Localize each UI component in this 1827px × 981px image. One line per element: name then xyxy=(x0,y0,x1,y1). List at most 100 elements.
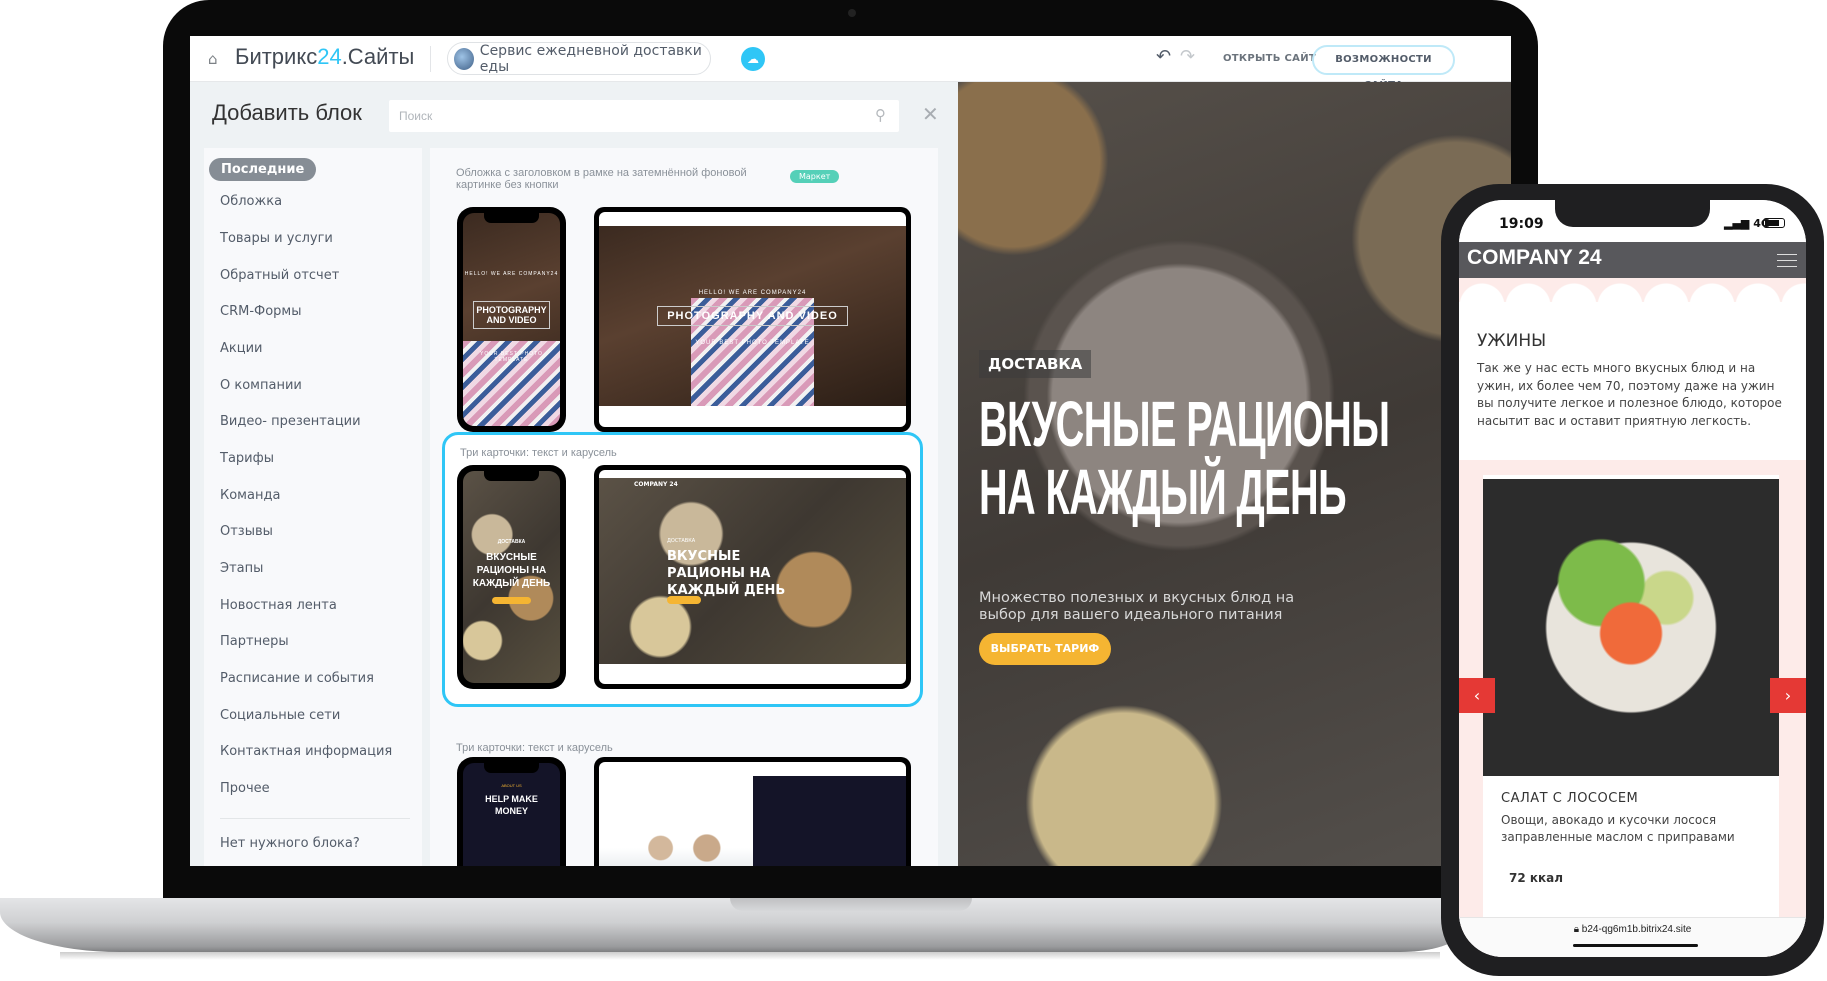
category-item[interactable]: Команда xyxy=(220,488,280,503)
block-desktop-preview[interactable] xyxy=(594,757,911,866)
section-text: Так же у нас есть много вкусных блюд и н… xyxy=(1477,361,1782,428)
category-item[interactable]: О компании xyxy=(220,378,302,393)
preview-brand: COMPANY 24 xyxy=(634,481,678,488)
hero-label: ДОСТАВКА xyxy=(979,350,1092,378)
preview-hello: HELLO! WE ARE COMPANY24 xyxy=(464,271,559,277)
wave-divider xyxy=(1459,448,1806,462)
category-item[interactable]: Обратный отсчет xyxy=(220,268,339,283)
menu-icon[interactable] xyxy=(1777,254,1797,267)
category-item[interactable]: Последние xyxy=(209,158,317,181)
cloud-icon[interactable]: ☁ xyxy=(741,47,765,71)
preview-sub: YOUR BEST PHOTO TEMPLATE xyxy=(695,340,810,346)
preview-button xyxy=(492,597,531,604)
preview-title: ВКУСНЫЕ РАЦИОНЫ НА КАЖДЫЙ ДЕНЬ xyxy=(472,552,551,589)
category-item[interactable]: Отзывы xyxy=(220,524,273,539)
category-item[interactable]: Тарифы xyxy=(220,451,274,466)
category-item[interactable]: Партнеры xyxy=(220,634,289,649)
carousel-prev-button[interactable]: ‹ xyxy=(1459,678,1495,713)
block-mobile-preview[interactable]: ДОСТАВКА ВКУСНЫЕ РАЦИОНЫ НА КАЖДЫЙ ДЕНЬ xyxy=(457,465,566,689)
laptop-shadow xyxy=(60,952,1440,960)
dish-calories: 72 ккал xyxy=(1509,871,1564,885)
divider xyxy=(430,46,431,72)
preview-eyebrow: ABOUT US xyxy=(501,783,522,788)
preview-title: HELP MAKE MONEY xyxy=(485,794,538,816)
laptop-base xyxy=(0,898,1460,952)
home-indicator[interactable] xyxy=(1573,944,1698,947)
preview-sub: YOUR BEST PHOTO TEMPLATE xyxy=(480,351,543,363)
dish-description: Овощи, авокадо и кусочки лосося заправле… xyxy=(1501,813,1735,844)
dish-title: САЛАТ С ЛОСОСЕМ xyxy=(1501,791,1639,806)
no-block-link[interactable]: Нет нужного блока? xyxy=(220,836,360,851)
status-time: 19:09 xyxy=(1499,216,1544,232)
close-icon[interactable]: ✕ xyxy=(922,102,939,126)
block-desktop-preview[interactable]: HELLO! WE ARE COMPANY24 PHOTOGRAPHY AND … xyxy=(594,207,911,432)
preview-image: HELLO! WE ARE COMPANY24 PHOTOGRAPHY AND … xyxy=(599,226,906,406)
top-header: ⌂ Битрикс24.Сайты Сервис ежедневной дост… xyxy=(190,36,1511,91)
preview-label: ДОСТАВКА xyxy=(497,539,526,545)
category-item[interactable]: Прочее xyxy=(220,781,270,796)
block-selected[interactable]: Три карточки: текст и карусель ДОСТАВКА … xyxy=(442,432,923,707)
laptop-camera xyxy=(848,9,856,17)
market-badge: Маркет xyxy=(790,170,840,183)
category-item[interactable]: Товары и услуги xyxy=(220,231,333,246)
laptop-screen: ⌂ Битрикс24.Сайты Сервис ежедневной дост… xyxy=(190,36,1511,866)
category-item[interactable]: Расписание и события xyxy=(220,671,374,686)
divider xyxy=(220,818,410,819)
category-item[interactable]: Контактная информация xyxy=(220,744,392,759)
redo-icon[interactable]: ↷ xyxy=(1180,46,1195,67)
phone-notch xyxy=(1555,200,1710,227)
category-item[interactable]: Новостная лента xyxy=(220,598,337,613)
lock-icon: 🔒︎ xyxy=(1573,924,1582,935)
logo-suffix: .Сайты xyxy=(341,44,415,69)
category-item[interactable]: Обложка xyxy=(220,194,282,209)
category-item[interactable]: Социальные сети xyxy=(220,708,340,723)
block-caption: Три карточки: текст и карусель xyxy=(456,742,613,754)
category-item[interactable]: Видео- презентации xyxy=(220,414,361,429)
category-sidebar: Последние Обложка Товары и услуги Обратн… xyxy=(204,148,422,866)
block-list: Обложка с заголовком в рамке на затемнён… xyxy=(430,148,938,866)
logo-prefix: Битрикс xyxy=(235,44,318,69)
site-preview-hero: ДОСТАВКА ВКУСНЫЕ РАЦИОНЫ НА КАЖДЫЙ ДЕНЬ М… xyxy=(958,82,1511,866)
category-item[interactable]: Акции xyxy=(220,341,263,356)
home-icon[interactable]: ⌂ xyxy=(208,50,218,68)
category-item[interactable]: CRM-Формы xyxy=(220,304,302,319)
preview-button xyxy=(667,596,701,604)
preview-title: PHOTOGRAPHY AND VIDEO xyxy=(657,306,848,326)
undo-icon[interactable]: ↶ xyxy=(1156,46,1171,67)
carousel-next-button[interactable]: › xyxy=(1770,678,1806,713)
site-features-button[interactable]: ВОЗМОЖНОСТИ САЙТА xyxy=(1312,45,1455,91)
hero-title: ВКУСНЫЕ РАЦИОНЫ НА КАЖДЫЙ ДЕНЬ xyxy=(979,388,1390,528)
hero-title-line: ВКУСНЫЕ РАЦИОНЫ xyxy=(979,388,1390,460)
preview-hello: HELLO! WE ARE COMPANY24 xyxy=(698,290,807,296)
add-block-panel: Добавить блок Поиск ⚲ ✕ Последние Обложк… xyxy=(190,82,958,866)
section-heading: УЖИНЫ xyxy=(1477,331,1547,351)
preview-title: PHOTOGRAPHY AND VIDEO xyxy=(472,301,551,329)
block-desktop-preview[interactable]: COMPANY 24 ДОСТАВКА ВКУСНЫЕ РАЦИОНЫ НА К… xyxy=(594,465,911,689)
search-input[interactable]: Поиск xyxy=(389,100,899,132)
phone-screen: 19:09 ▂▄▆ 4G COMPANY 24 УЖИНЫ Так же у н… xyxy=(1459,200,1806,957)
url-value: b24-qg6m1b.bitrix24.site xyxy=(1581,924,1692,935)
dish-image xyxy=(1483,479,1779,776)
logo[interactable]: Битрикс24.Сайты xyxy=(235,44,414,70)
site-name: Сервис ежедневной доставки еды xyxy=(479,42,702,75)
open-site-link[interactable]: ОТКРЫТЬ САЙТ xyxy=(1223,53,1316,64)
laptop-base-notch xyxy=(730,898,972,911)
block-mobile-preview[interactable]: HELLO! WE ARE COMPANY24 PHOTOGRAPHY AND … xyxy=(457,207,566,432)
site-brand[interactable]: COMPANY 24 xyxy=(1467,246,1602,270)
logo-accent: 24 xyxy=(317,44,342,69)
block-caption: Обложка с заголовком в рамке на затемнён… xyxy=(456,167,747,191)
hero-title-line: НА КАЖДЫЙ ДЕНЬ xyxy=(979,456,1347,528)
search-icon[interactable]: ⚲ xyxy=(875,106,886,124)
browser-url-bar[interactable] xyxy=(1459,917,1806,957)
block-caption: Три карточки: текст и карусель xyxy=(460,447,617,459)
panel-title: Добавить блок xyxy=(212,100,362,125)
category-item[interactable]: Этапы xyxy=(220,561,263,576)
preview-title: ВКУСНЫЕ РАЦИОНЫ НА КАЖДЫЙ ДЕНЬ xyxy=(667,549,786,598)
preview-image xyxy=(599,776,753,866)
block-mobile-preview[interactable]: ABOUT US HELP MAKE MONEY xyxy=(457,757,566,866)
battery-icon xyxy=(1763,218,1785,228)
url-text: 🔒︎ b24-qg6m1b.bitrix24.site xyxy=(1459,924,1806,935)
choose-plan-button[interactable]: ВЫБРАТЬ ТАРИФ xyxy=(979,633,1111,665)
site-selector[interactable]: Сервис ежедневной доставки еды xyxy=(447,42,711,75)
hero-subtitle: Множество полезных и вкусных блюд на выб… xyxy=(979,590,1295,623)
